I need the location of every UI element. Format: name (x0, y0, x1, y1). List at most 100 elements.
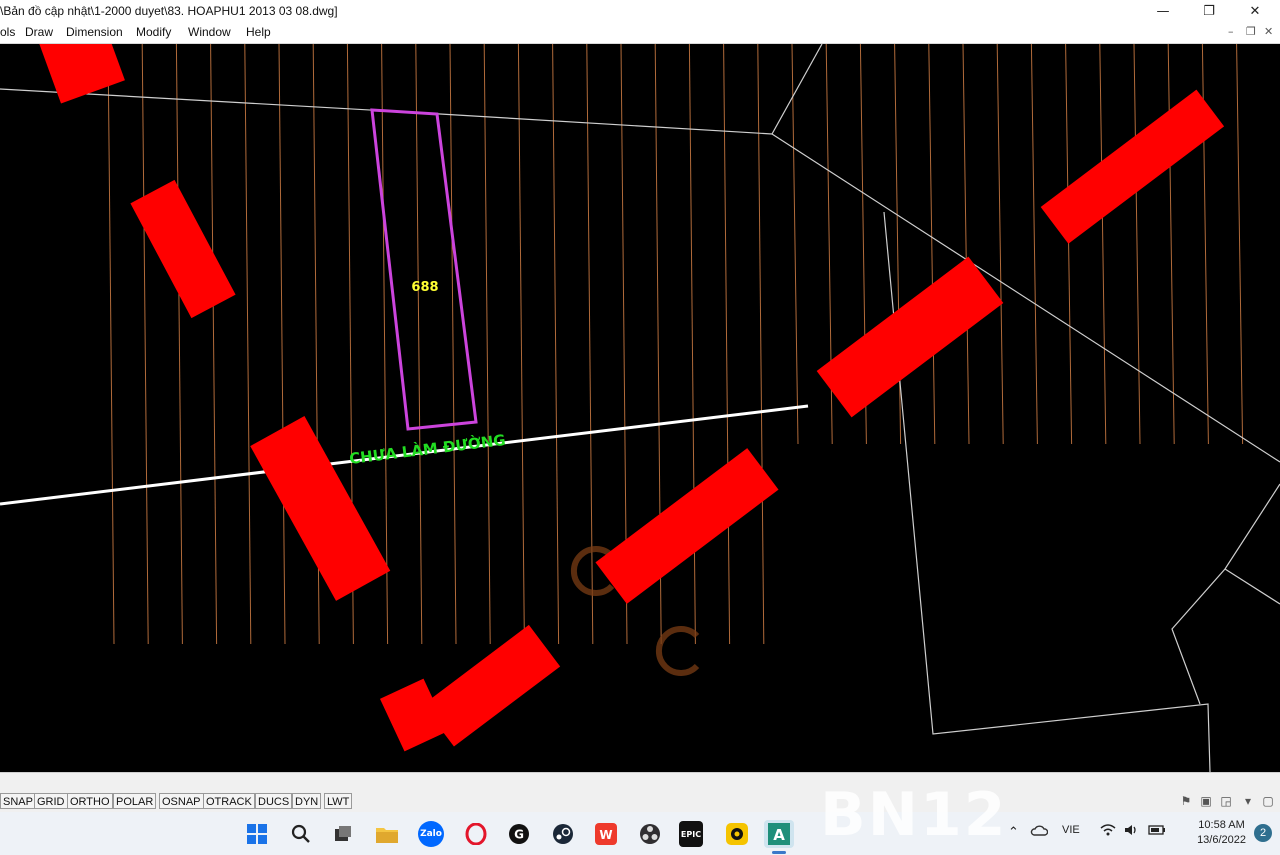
title-bar: \Bản đồ cập nhật\1-2000 duyet\83. HOAPHU… (0, 0, 1280, 22)
g-hub-icon[interactable]: G (504, 820, 534, 848)
redaction-block (816, 256, 1004, 418)
file-explorer-icon[interactable] (372, 820, 402, 848)
hatch-line (517, 44, 525, 645)
osnap-toggle[interactable]: OSNAP (159, 793, 204, 809)
status-tray-icon[interactable]: ◲ (1218, 793, 1234, 809)
boundary-line (771, 44, 823, 135)
menu-dimension[interactable]: Dimension (66, 25, 123, 39)
active-app-indicator (772, 851, 786, 854)
road-label: CHƯA LÀM ĐƯỜNG (348, 430, 506, 468)
grid-toggle[interactable]: GRID (34, 793, 68, 809)
redaction-block (37, 44, 125, 104)
menu-arrow-icon[interactable]: ▾ (1240, 793, 1256, 809)
redaction-blocks (37, 44, 1225, 752)
hatch-line (483, 44, 491, 645)
snap-toggle[interactable]: SNAP (0, 793, 36, 809)
svg-text:G: G (514, 828, 524, 842)
ortho-toggle[interactable]: ORTHO (67, 793, 113, 809)
clean-screen-icon[interactable]: ▢ (1260, 793, 1276, 809)
autocad-icon[interactable]: A (764, 820, 794, 848)
menu-window[interactable]: Window (188, 25, 231, 39)
parcel-number: 688 (411, 280, 438, 295)
redaction-block (130, 179, 236, 319)
volume-icon[interactable] (1124, 824, 1138, 839)
hatch-line (1030, 44, 1038, 445)
redaction-block (1040, 89, 1225, 244)
communication-center-icon[interactable]: ⚑ (1178, 793, 1194, 809)
show-hidden-icons-icon[interactable]: ⌃ (1008, 824, 1019, 840)
wifi-icon[interactable] (1100, 824, 1116, 839)
menu-bar: ols Draw Dimension Modify Window Help – … (0, 22, 1280, 44)
boundary-lines (0, 44, 1280, 772)
c-mark (655, 626, 700, 676)
close-icon[interactable]: ✕ (1232, 0, 1278, 22)
ducs-toggle[interactable]: DUCS (255, 793, 293, 809)
lwt-toggle[interactable]: LWT (324, 793, 353, 809)
menu-help[interactable]: Help (246, 25, 271, 39)
otrack-toggle[interactable]: OTRACK (203, 793, 255, 809)
obs-icon[interactable] (635, 820, 665, 848)
hatch-line (1065, 44, 1073, 445)
system-clock[interactable]: 10:58 AM 13/6/2022 (1197, 818, 1246, 848)
hatch-line (449, 44, 457, 645)
drawing-canvas[interactable]: 688 CHƯA LÀM ĐƯỜNG (0, 44, 1280, 772)
svg-text:W: W (599, 828, 612, 842)
hatch-line (1133, 44, 1141, 445)
hatch-line (1167, 44, 1175, 445)
boundary-line (1224, 568, 1280, 605)
lock-icon[interactable]: ▣ (1198, 793, 1214, 809)
hatch-line (791, 44, 799, 445)
restore-icon[interactable]: ❐ (1186, 0, 1232, 22)
hatch-line (723, 44, 731, 645)
taskbar: Zalo G W EPIC A ⌃ VIE 10:58 AM 13/6/2022… (0, 812, 1280, 855)
search-icon[interactable] (286, 820, 316, 848)
menu-draw[interactable]: Draw (25, 25, 53, 39)
hatch-line (996, 44, 1004, 445)
hatch-line (278, 44, 286, 645)
battery-icon[interactable] (1148, 824, 1166, 839)
menu-modify[interactable]: Modify (136, 25, 171, 39)
clock-date: 13/6/2022 (1197, 834, 1246, 846)
hatch-line (928, 44, 936, 445)
hatch-line (552, 44, 560, 645)
hatch-line (141, 44, 149, 645)
hatch-line (962, 44, 970, 445)
status-bar: SNAP GRID ORTHO POLAR OSNAP OTRACK DUCS … (0, 772, 1280, 813)
redaction-block (595, 448, 779, 604)
language-indicator[interactable]: VIE (1062, 824, 1080, 836)
clock-time: 10:58 AM (1198, 819, 1245, 831)
menu-tools[interactable]: ols (0, 25, 15, 39)
window-title: \Bản đồ cập nhật\1-2000 duyet\83. HOAPHU… (0, 4, 338, 18)
parcel-outline (370, 108, 478, 431)
drawing-svg: 688 CHƯA LÀM ĐƯỜNG (0, 44, 1280, 772)
doc-minimize-icon[interactable]: – (1228, 25, 1234, 38)
hatch-line (1236, 44, 1244, 445)
minimize-icon[interactable]: — (1140, 0, 1186, 22)
redaction-block (379, 678, 449, 752)
doc-restore-icon[interactable]: ❐ (1246, 25, 1256, 38)
hatch-line (381, 44, 389, 645)
hatch-line (1099, 44, 1107, 445)
hatch-line (244, 44, 252, 645)
polar-toggle[interactable]: POLAR (113, 793, 157, 809)
hatch-line (210, 44, 218, 645)
onedrive-icon[interactable] (1030, 824, 1049, 839)
task-view-icon[interactable] (328, 820, 358, 848)
wps-office-icon[interactable]: W (591, 820, 621, 848)
hatch-line (107, 44, 115, 645)
hatch-line (586, 44, 594, 645)
epic-games-icon[interactable]: EPIC (679, 821, 703, 847)
notification-badge[interactable]: 2 (1254, 824, 1272, 842)
doc-close-icon[interactable]: ✕ (1264, 25, 1273, 38)
svg-text:A: A (773, 826, 785, 844)
dyn-toggle[interactable]: DYN (292, 793, 322, 809)
watermark-text: BN12 (820, 780, 1008, 850)
hatch-line (415, 44, 423, 645)
hatch-line (175, 44, 183, 645)
opera-icon[interactable] (461, 820, 491, 848)
redaction-block (250, 416, 391, 601)
steam-icon[interactable] (548, 820, 578, 848)
windows-start-icon[interactable] (242, 820, 272, 848)
zalo-icon[interactable]: Zalo (418, 821, 444, 847)
screen-recorder-icon[interactable] (722, 820, 752, 848)
